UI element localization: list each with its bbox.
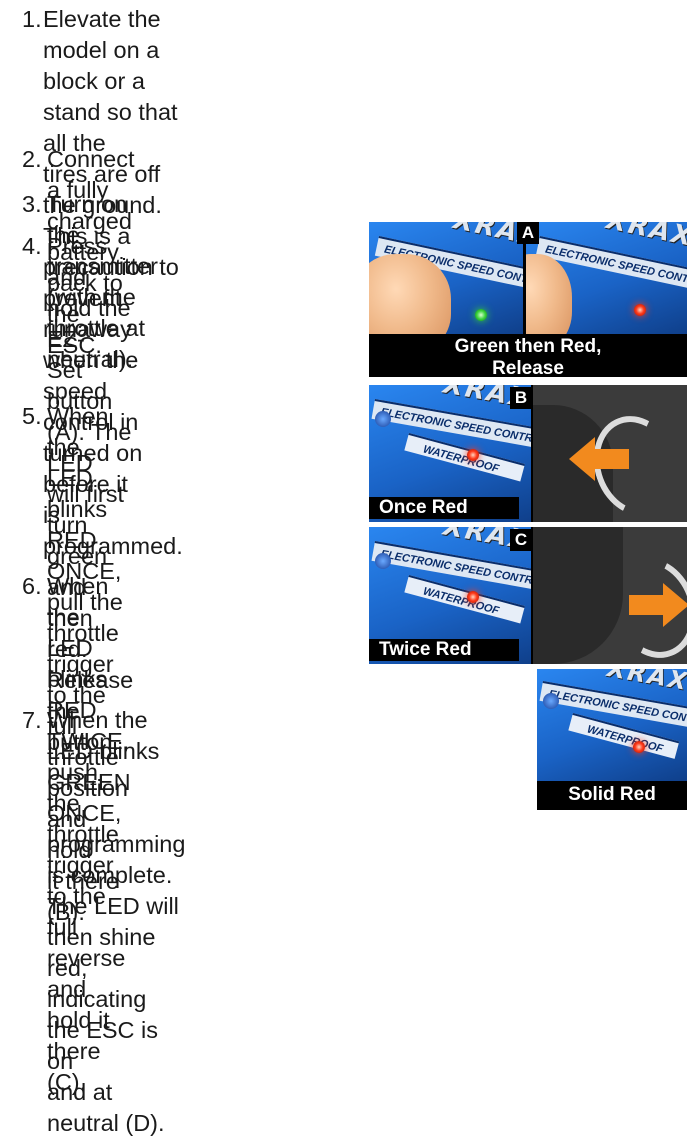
- caption-line: Release: [492, 358, 564, 377]
- step-line: When the LED blinks GREEN ONCE,: [47, 707, 160, 826]
- figure-c-photo-transmitter: [533, 527, 687, 664]
- figure-c: ELECTRONIC SPEED CONTROL XRAX WATERPROOF…: [369, 527, 687, 664]
- step-line: When the LED blinks: [47, 403, 109, 522]
- step-line: then shine red, indicating the ESC is on: [47, 924, 159, 1074]
- step-number: 5.: [22, 403, 42, 429]
- step-line: Press and hold the EZ-: [47, 233, 131, 352]
- figure-caption: Green then Red, Release: [369, 336, 687, 377]
- step-line: programming is complete. The LED will: [47, 831, 186, 919]
- led-red: [467, 591, 479, 603]
- figure-b: ELECTRONIC SPEED CONTROL XRAX WATERPROOF…: [369, 385, 687, 522]
- step-number: 4.: [22, 233, 42, 259]
- ez-set-button: [375, 411, 391, 427]
- figure-letter: B: [510, 387, 532, 409]
- pull-arrow-icon: [569, 437, 629, 481]
- figure-letter: A: [517, 222, 539, 244]
- figure-a-photo-right: ELECTRONIC SPEED CONTROL XRAX: [526, 222, 687, 334]
- led-red: [634, 304, 646, 316]
- figure-a-photo-left: ELECTRONIC SPEED CONTROL XRAX: [369, 222, 523, 334]
- led-green: [475, 309, 487, 321]
- figure-d-photo-esc: ELECTRONIC SPEED CONTROL XRAX WATERPROOF: [537, 669, 687, 781]
- step-line: and at neutral (D).: [47, 1079, 165, 1136]
- step-number: 2.: [22, 146, 42, 172]
- caption-line: Green then Red,: [454, 336, 602, 357]
- step-text: When the LED blinks GREEN ONCE, programm…: [47, 705, 185, 1139]
- step-number: 6.: [22, 573, 42, 599]
- figure-a: ELECTRONIC SPEED CONTROL XRAX ELECTRONIC…: [369, 222, 687, 377]
- step-line: Elevate the model on a block or a stand …: [43, 6, 178, 156]
- step-number: 7.: [22, 707, 42, 733]
- ez-set-button: [375, 553, 391, 569]
- figure-caption: Twice Red: [369, 639, 519, 661]
- ez-set-button: [543, 693, 559, 709]
- figure-b-photo-transmitter: [533, 385, 687, 522]
- figure-caption: Once Red: [369, 497, 519, 519]
- push-arrow-icon: [629, 583, 687, 627]
- figure-caption: Solid Red: [568, 784, 656, 805]
- led-red: [633, 741, 645, 753]
- step-line: When the LED blinks RED: [47, 573, 109, 723]
- led-red: [467, 449, 479, 461]
- step-number: 3.: [22, 191, 42, 217]
- transmitter-grip: [533, 527, 623, 664]
- figure-d: ELECTRONIC SPEED CONTROL XRAX WATERPROOF…: [537, 669, 687, 810]
- figure-letter: C: [510, 529, 532, 551]
